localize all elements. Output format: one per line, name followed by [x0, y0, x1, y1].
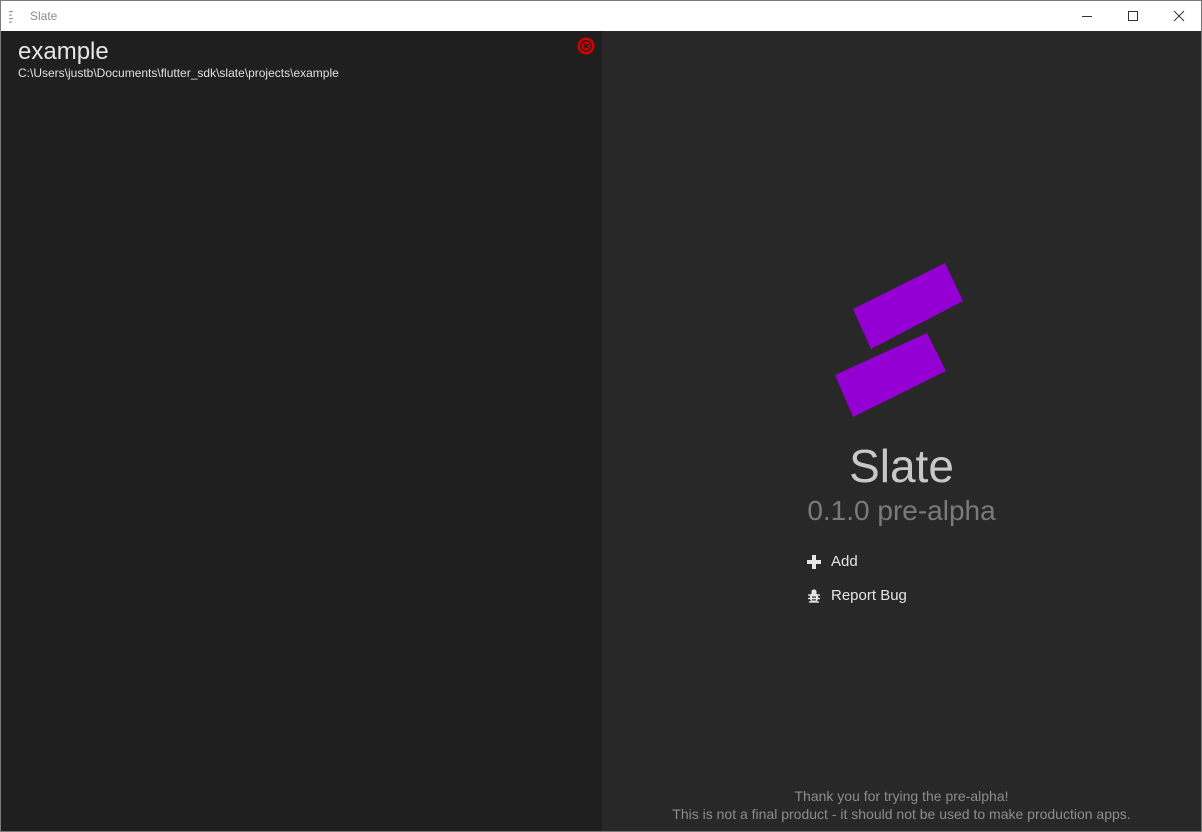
app-version: 0.1.0 pre-alpha	[807, 495, 996, 526]
bug-icon	[806, 588, 822, 604]
maximize-icon	[1128, 11, 1138, 21]
title-bar[interactable]: Slate	[1, 1, 1201, 31]
minimize-button[interactable]	[1064, 1, 1110, 31]
report-bug-button[interactable]: Report Bug	[806, 585, 907, 607]
welcome-panel: Slate 0.1.0 pre-alpha Add Report Bug Tha…	[602, 31, 1201, 831]
close-icon	[1173, 10, 1185, 22]
window-title: Slate	[30, 9, 58, 23]
project-name: example	[18, 38, 109, 65]
maximize-button[interactable]	[1110, 1, 1156, 31]
add-label: Add	[831, 553, 858, 570]
plus-icon	[806, 554, 822, 570]
slate-logo-icon	[835, 263, 963, 417]
footer-notice: Thank you for trying the pre-alpha! This…	[602, 787, 1201, 823]
footer-line-2: This is not a final product - it should …	[672, 806, 1131, 822]
project-list-item[interactable]: example C:\Users\justb\Documents\flutter…	[1, 31, 602, 83]
remove-project-icon[interactable]	[577, 37, 595, 55]
app-menu-icon[interactable]	[8, 10, 14, 24]
project-path: C:\Users\justb\Documents\flutter_sdk\sla…	[18, 66, 339, 80]
footer-line-1: Thank you for trying the pre-alpha!	[794, 788, 1009, 804]
app-name: Slate	[849, 440, 954, 492]
project-list-panel: example C:\Users\justb\Documents\flutter…	[1, 31, 602, 831]
app-window: Slate example C:\Users\justb\Documents\f…	[0, 0, 1202, 832]
report-bug-label: Report Bug	[831, 587, 907, 604]
minimize-icon	[1082, 16, 1092, 17]
close-window-button[interactable]	[1156, 1, 1201, 31]
add-project-button[interactable]: Add	[806, 551, 858, 573]
